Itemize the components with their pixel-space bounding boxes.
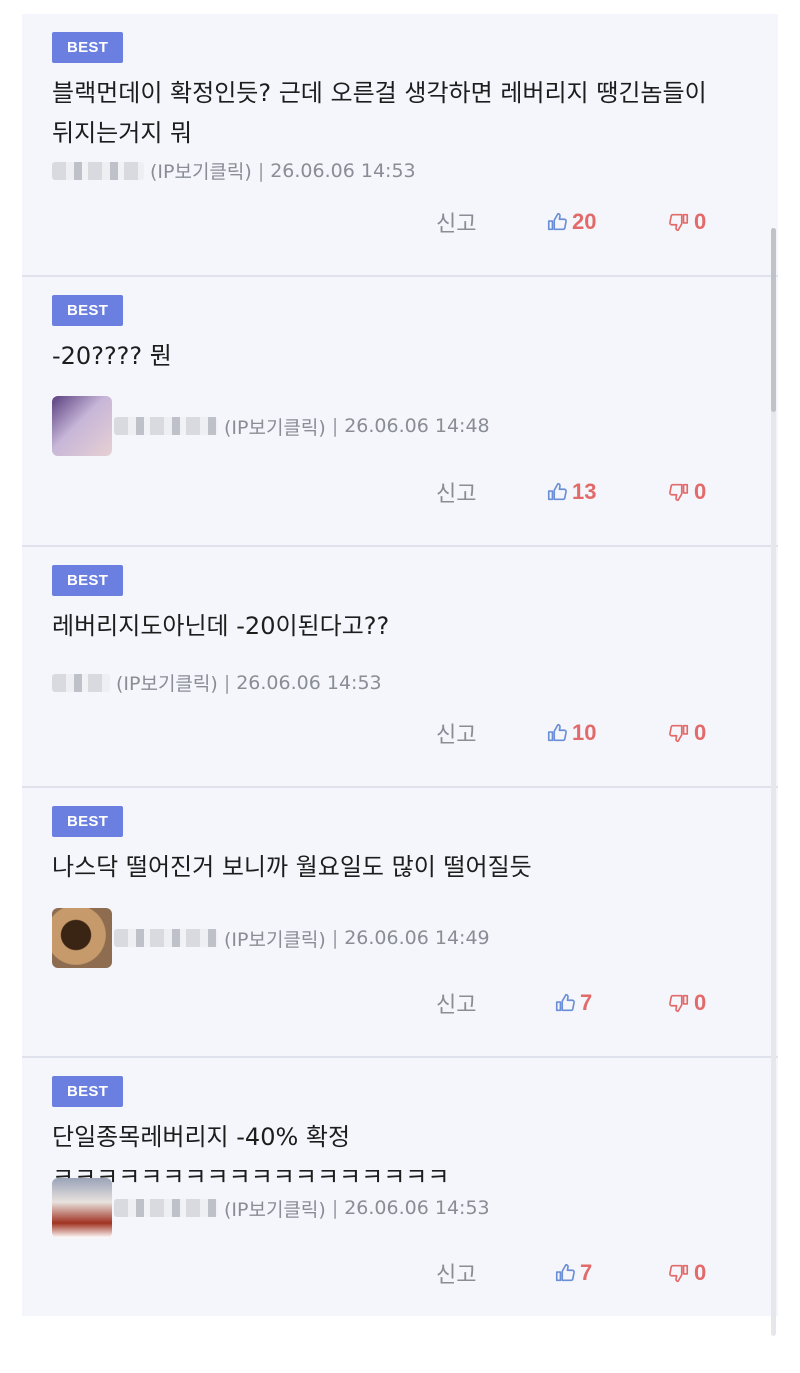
thumbs-down-icon — [668, 1262, 690, 1284]
meta-separator: | — [257, 159, 265, 182]
dislike-count: 0 — [694, 479, 707, 504]
comment-timestamp: 26.06.06 14:48 — [344, 415, 490, 437]
comment-item: BEST 레버리지도아닌데 -20이된다고?? — [22, 547, 778, 788]
ip-reveal-link[interactable]: (IP보기클릭) — [224, 413, 326, 440]
best-badge: BEST — [52, 565, 124, 596]
report-button[interactable]: 신고 — [436, 206, 476, 238]
like-button[interactable]: 10 — [546, 720, 596, 746]
comment-timestamp: 26.06.06 14:53 — [270, 159, 416, 182]
comment-meta: (IP보기클릭) | 26.06.06 14:48 — [52, 396, 490, 456]
author-name-blurred — [114, 1199, 218, 1217]
avatar — [52, 908, 112, 968]
comment-timestamp: 26.06.06 14:53 — [344, 1197, 490, 1219]
comment-actions: 신고 20 0 — [22, 207, 762, 237]
avatar — [52, 396, 112, 456]
thumbs-up-icon — [554, 1262, 576, 1284]
dislike-button[interactable]: 0 — [668, 479, 706, 505]
avatar — [52, 1178, 112, 1238]
like-count: 10 — [572, 720, 597, 745]
ip-reveal-link[interactable]: (IP보기클릭) — [224, 925, 326, 952]
like-count: 13 — [572, 479, 597, 504]
report-button[interactable]: 신고 — [436, 1257, 476, 1289]
like-button[interactable]: 20 — [546, 209, 596, 235]
meta-separator: | — [331, 927, 339, 949]
comment-text: 블랙먼데이 확정인듯? 근데 오른걸 생각하면 레버리지 땡긴놈들이 뒤지는거지… — [52, 79, 707, 147]
author-name-blurred — [52, 673, 110, 692]
scrollbar[interactable] — [771, 228, 776, 1336]
thumbs-down-icon — [668, 481, 690, 503]
comment-meta: (IP보기클릭) | 26.06.06 14:49 — [52, 908, 490, 968]
author-name-blurred — [114, 417, 218, 435]
report-button[interactable]: 신고 — [436, 987, 476, 1019]
meta-separator: | — [331, 415, 339, 437]
comment-text: -20???? 뭔 — [52, 342, 172, 370]
comment-meta: (IP보기클릭) | 26.06.06 14:53 — [52, 157, 416, 184]
meta-separator: | — [223, 671, 231, 694]
author-name-blurred — [114, 929, 218, 947]
scrollbar-thumb[interactable] — [771, 228, 776, 412]
thumbs-up-icon — [546, 481, 568, 503]
comment-meta: (IP보기클릭) | 26.06.06 14:53 — [52, 669, 382, 696]
comment-timestamp: 26.06.06 14:53 — [236, 671, 382, 694]
best-badge: BEST — [52, 1076, 124, 1107]
like-button[interactable]: 7 — [554, 990, 592, 1016]
dislike-button[interactable]: 0 — [668, 209, 706, 235]
report-button[interactable]: 신고 — [436, 717, 476, 749]
thumbs-up-icon — [554, 992, 576, 1014]
thumbs-up-icon — [546, 722, 568, 744]
author-name-blurred — [52, 161, 144, 180]
ip-reveal-link[interactable]: (IP보기클릭) — [150, 157, 252, 184]
ip-reveal-link[interactable]: (IP보기클릭) — [224, 1195, 326, 1222]
comment-text: 레버리지도아닌데 -20이된다고?? — [52, 612, 390, 640]
dislike-count: 0 — [694, 209, 707, 234]
comment-actions: 신고 10 0 — [22, 718, 762, 748]
like-count: 7 — [580, 990, 593, 1015]
comment-meta: (IP보기클릭) | 26.06.06 14:53 — [52, 1178, 490, 1238]
report-button[interactable]: 신고 — [436, 476, 476, 508]
comment-actions: 신고 13 0 — [22, 477, 762, 507]
thumbs-down-icon — [668, 992, 690, 1014]
thumbs-down-icon — [668, 211, 690, 233]
comment-actions: 신고 7 0 — [22, 1258, 762, 1288]
like-button[interactable]: 13 — [546, 479, 596, 505]
comment-actions: 신고 7 0 — [22, 988, 762, 1018]
dislike-button[interactable]: 0 — [668, 720, 706, 746]
thumbs-down-icon — [668, 722, 690, 744]
like-count: 20 — [572, 209, 597, 234]
like-button[interactable]: 7 — [554, 1260, 592, 1286]
best-badge: BEST — [52, 806, 124, 837]
dislike-count: 0 — [694, 990, 707, 1015]
meta-separator: | — [331, 1197, 339, 1219]
best-badge: BEST — [52, 32, 124, 63]
dislike-count: 0 — [694, 1260, 707, 1285]
comment-text: 나스닥 떨어진거 보니까 월요일도 많이 떨어질듯 — [52, 853, 532, 881]
dislike-button[interactable]: 0 — [668, 990, 706, 1016]
dislike-button[interactable]: 0 — [668, 1260, 706, 1286]
like-count: 7 — [580, 1260, 593, 1285]
comment-timestamp: 26.06.06 14:49 — [344, 927, 490, 949]
thumbs-up-icon — [546, 211, 568, 233]
dislike-count: 0 — [694, 720, 707, 745]
comment-item: BEST 블랙먼데이 확정인듯? 근데 오른걸 생각하면 레버리지 땡긴놈들이 … — [22, 14, 778, 277]
ip-reveal-link[interactable]: (IP보기클릭) — [116, 669, 218, 696]
best-badge: BEST — [52, 295, 124, 326]
